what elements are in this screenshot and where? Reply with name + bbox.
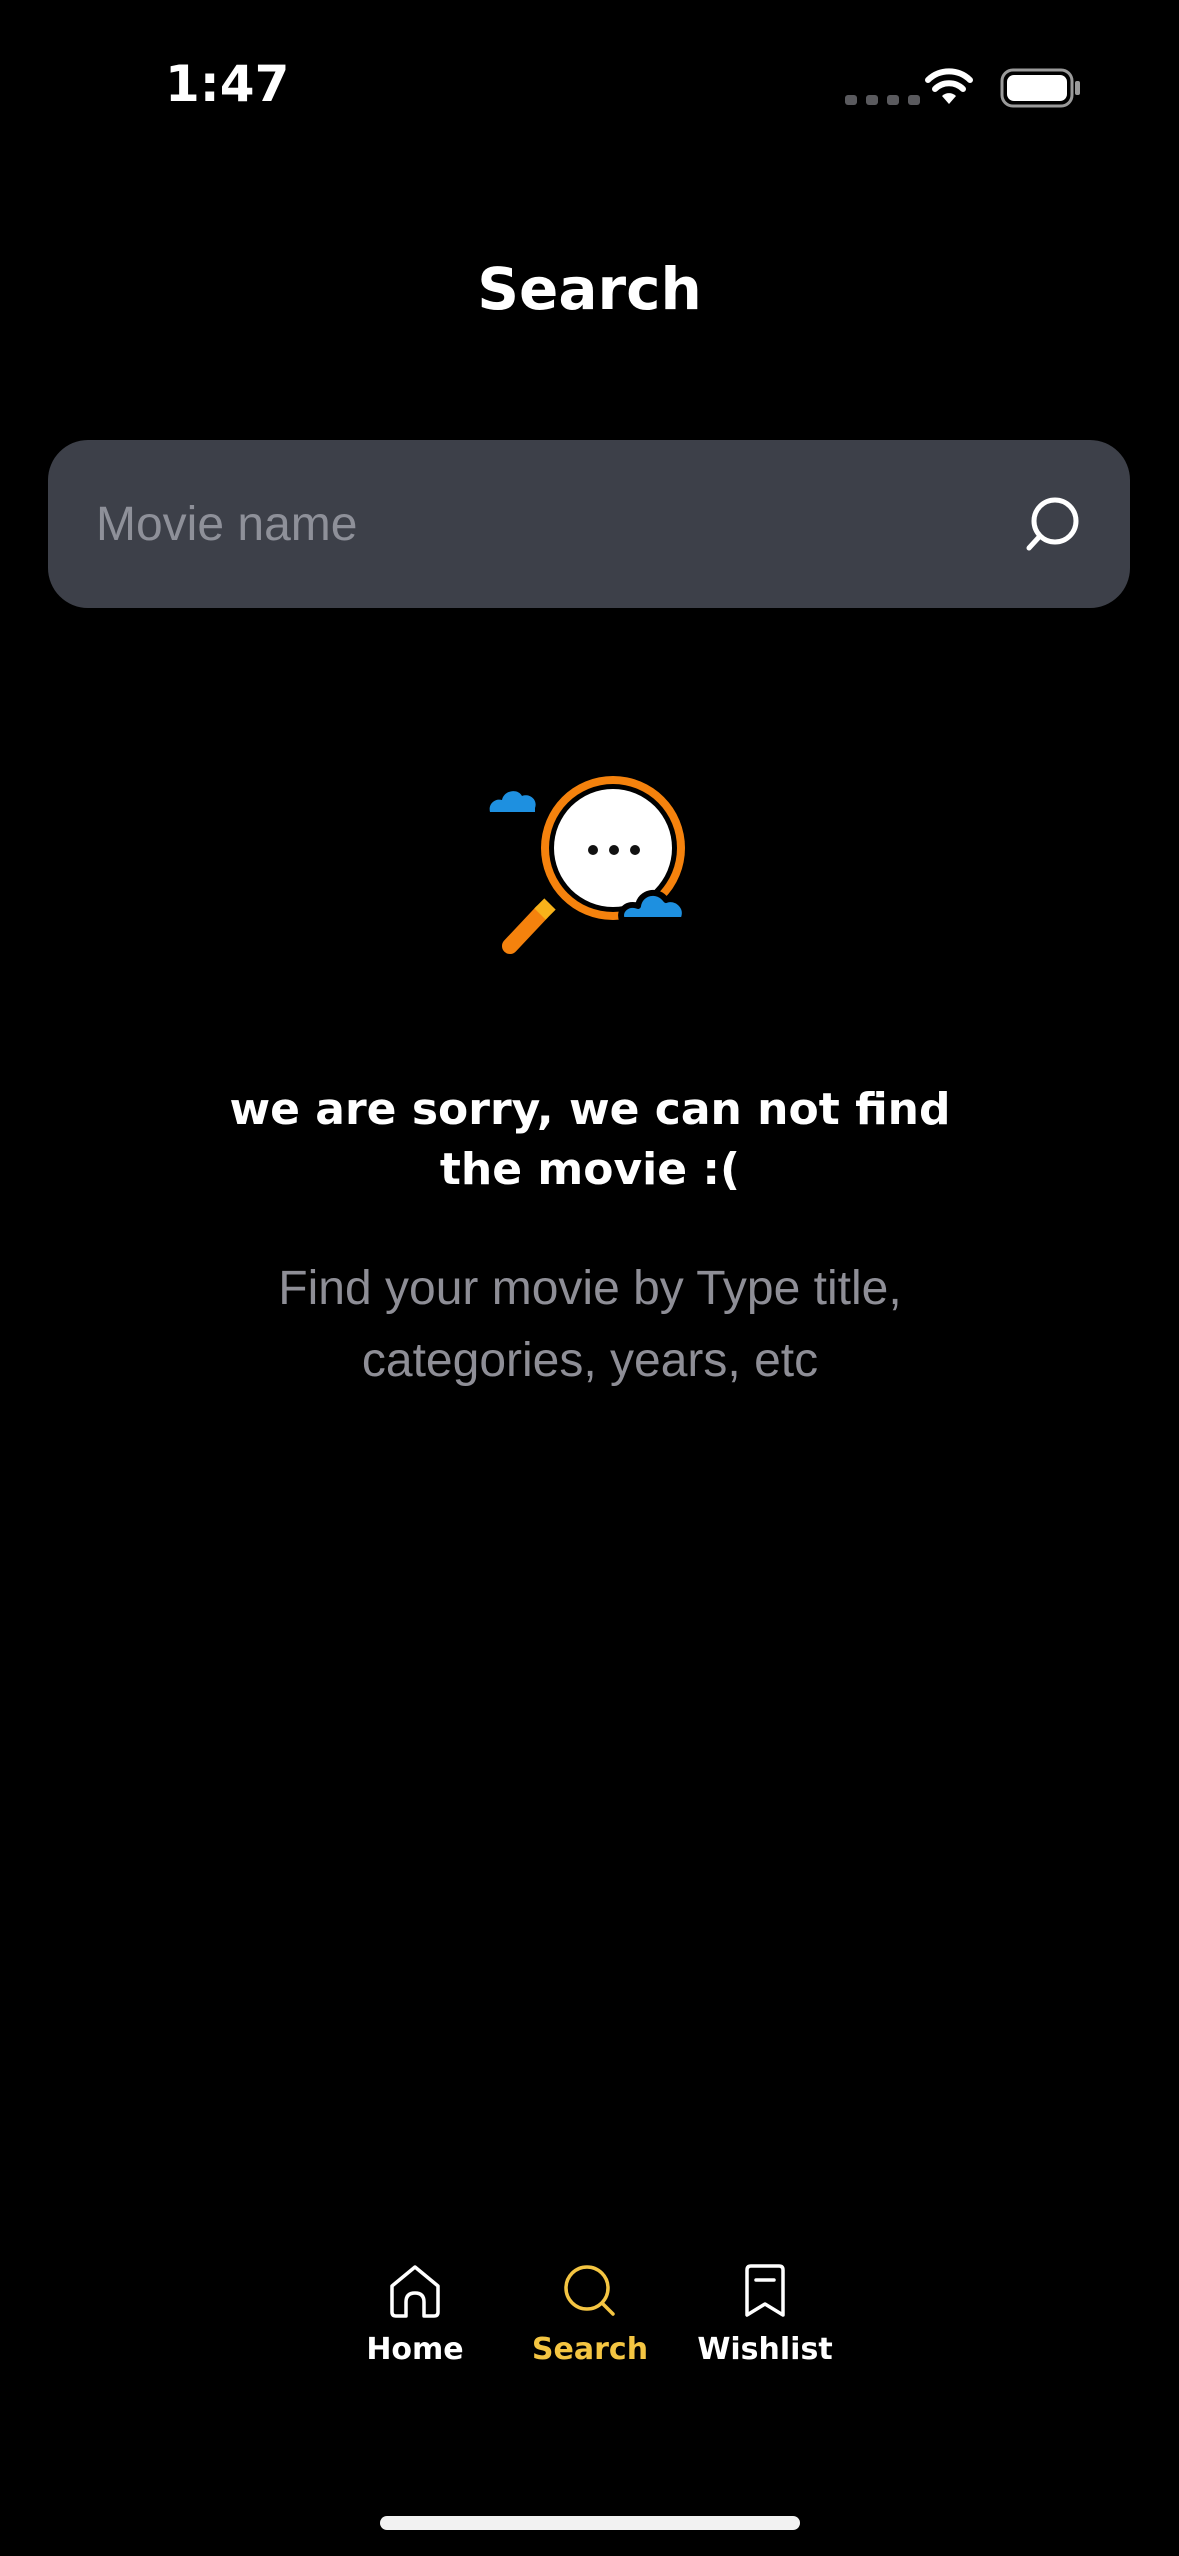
empty-state-subtitle: Find your movie by Type title, categorie… [200, 1253, 980, 1397]
search-icon[interactable] [1022, 494, 1082, 554]
status-bar: 1:47 [0, 0, 1179, 150]
tab-wishlist[interactable]: Wishlist [690, 2258, 840, 2378]
search-input[interactable] [96, 440, 996, 608]
signal-dots-icon [845, 95, 920, 105]
tab-home[interactable]: Home [340, 2258, 490, 2378]
empty-state-subtitle-line2: categories, years, etc [361, 1334, 819, 1387]
tab-home-label: Home [366, 2332, 464, 2367]
page-title: Search [477, 255, 702, 323]
home-icon [390, 2265, 440, 2318]
home-indicator[interactable] [380, 2516, 800, 2530]
tab-wishlist-label: Wishlist [697, 2332, 833, 2367]
empty-state-title-line2: the movie :( [439, 1144, 741, 1195]
empty-state-subtitle-line1: Find your movie by Type title, [278, 1262, 902, 1315]
battery-icon [1000, 68, 1080, 108]
wifi-icon [925, 68, 973, 104]
tab-search[interactable]: Search [515, 2258, 665, 2378]
magnifier-cloud-illustration [489, 776, 689, 954]
status-time: 1:47 [165, 55, 290, 113]
empty-state-title-line1: we are sorry, we can not find [229, 1084, 951, 1135]
tab-bar: Home Search Wishlist [340, 2258, 840, 2378]
bookmark-icon [745, 2264, 785, 2317]
search-box[interactable] [48, 440, 1130, 608]
empty-state-title: we are sorry, we can not find the movie … [190, 1080, 990, 1200]
search-icon [564, 2265, 615, 2316]
tab-search-label: Search [531, 2332, 649, 2367]
